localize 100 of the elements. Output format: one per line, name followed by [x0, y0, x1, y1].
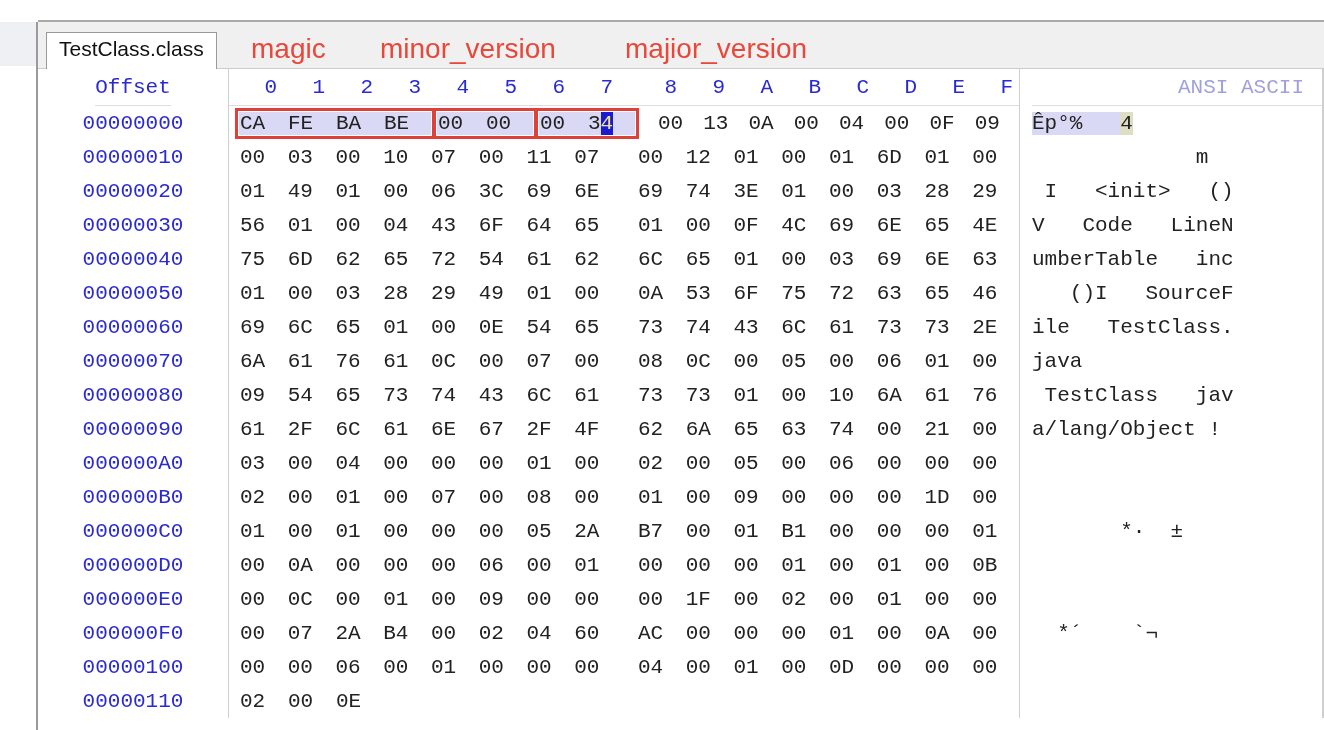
hex-byte: 00 — [382, 485, 410, 509]
hex-byte: 01 — [334, 179, 362, 203]
row-offset: 000000E0 — [82, 587, 184, 611]
annotation-label: majior_version — [625, 34, 808, 63]
hex-byte: 00 — [657, 111, 685, 135]
hex-byte: 00 — [637, 587, 665, 611]
hex-byte: 00 — [684, 451, 712, 475]
ascii-text: Êp°% — [1032, 111, 1121, 135]
file-tab[interactable]: TestClass.class — [46, 32, 217, 69]
hex-byte: 00 — [923, 655, 951, 679]
hex-byte: 11 — [525, 145, 553, 169]
hex-byte: 0C — [286, 587, 314, 611]
hex-byte: 2A — [573, 519, 601, 543]
hex-byte: 49 — [286, 179, 314, 203]
hex-byte: 00 — [477, 485, 505, 509]
ascii-text: V Code LineN — [1032, 213, 1234, 237]
row-offset: 00000010 — [82, 145, 184, 169]
hex-byte: 04 — [838, 111, 866, 135]
hex-byte: AC — [637, 621, 665, 645]
hex-byte: 00 — [971, 621, 999, 645]
hex-byte: 00 — [573, 655, 601, 679]
hex-byte: 01 — [430, 655, 458, 679]
hex-byte: 6A — [684, 417, 712, 441]
hex-byte: 00 — [875, 417, 903, 441]
hex-byte: 65 — [732, 417, 760, 441]
hex-byte: 00 — [637, 145, 665, 169]
hex-byte: 00 — [382, 553, 410, 577]
hex-byte: 65 — [684, 247, 712, 271]
hex-byte: 01 — [828, 621, 856, 645]
hex-byte: 00 — [334, 553, 362, 577]
hex-byte: 00 — [780, 247, 808, 271]
column-header: A — [759, 75, 774, 99]
hex-byte: 00 — [573, 349, 601, 373]
offset-header: Offset — [95, 75, 171, 99]
hex-byte: 63 — [971, 247, 999, 271]
hex-byte: 03 — [286, 145, 314, 169]
hex-byte: 28 — [382, 281, 410, 305]
hex-byte: 0E — [335, 689, 363, 713]
hex-byte: 01 — [334, 485, 362, 509]
ascii-text: ile TestClass. — [1032, 315, 1234, 339]
column-header: 4 — [455, 75, 470, 99]
hex-byte: 01 — [382, 587, 410, 611]
hex-byte: 01 — [780, 553, 808, 577]
hex-byte: 13 — [702, 111, 730, 135]
hex-byte: 69 — [828, 213, 856, 237]
hex-byte: BE — [383, 111, 431, 135]
hex-byte: 6F — [477, 213, 505, 237]
hex-byte: 04 — [382, 213, 410, 237]
column-header: F — [999, 75, 1014, 99]
hex-byte: 00 — [780, 621, 808, 645]
hex-byte: 2A — [334, 621, 362, 645]
hex-byte: 00 — [286, 451, 314, 475]
hex-byte: 00 — [239, 587, 267, 611]
hex-byte: 07 — [286, 621, 314, 645]
hex-byte: 00 — [875, 485, 903, 509]
hex-byte: 07 — [430, 485, 458, 509]
hex-byte: 62 — [637, 417, 665, 441]
hex-byte: 00 — [477, 349, 505, 373]
hex-byte: 06 — [334, 655, 362, 679]
hex-byte: 00 — [684, 213, 712, 237]
hex-byte: 69 — [525, 179, 553, 203]
hex-byte: 02 — [239, 485, 267, 509]
hex-byte: 0E — [477, 315, 505, 339]
hex-byte: 06 — [430, 179, 458, 203]
hex-byte: 1F — [684, 587, 712, 611]
hex-byte: 73 — [637, 383, 665, 407]
hex-byte: 6E — [923, 247, 951, 271]
hex-byte: 62 — [573, 247, 601, 271]
hex-byte: 76 — [971, 383, 999, 407]
column-header: 8 — [663, 75, 678, 99]
hex-byte: 00 — [485, 111, 533, 135]
ascii-text: m — [1194, 145, 1209, 169]
hex-byte: 00 — [525, 655, 553, 679]
hex-byte: 00 — [430, 315, 458, 339]
row-offset: 000000D0 — [82, 553, 184, 577]
hex-byte: 43 — [430, 213, 458, 237]
hex-byte: 74 — [684, 179, 712, 203]
hex-byte: 01 — [286, 213, 314, 237]
hex-byte: 6D — [286, 247, 314, 271]
hex-byte: 28 — [923, 179, 951, 203]
hex-byte: 00 — [430, 451, 458, 475]
column-header: 9 — [711, 75, 726, 99]
hex-byte: 00 — [287, 689, 315, 713]
hex-byte: 00 — [971, 417, 999, 441]
hex-byte: 6E — [573, 179, 601, 203]
hex-byte: 00 — [780, 451, 808, 475]
ascii-text: *´ `¬ — [1056, 621, 1159, 645]
hex-byte: 00 — [286, 519, 314, 543]
row-offset: 00000060 — [82, 315, 184, 339]
hex-byte: 2F — [525, 417, 553, 441]
hex-byte: 00 — [923, 519, 951, 543]
hex-byte: 00 — [334, 587, 362, 611]
hex-byte: 00 — [573, 587, 601, 611]
hex-byte: 65 — [923, 281, 951, 305]
hex-byte: 00 — [477, 451, 505, 475]
hex-byte: 69 — [239, 315, 267, 339]
hex-byte: 72 — [828, 281, 856, 305]
hex-byte: 01 — [732, 145, 760, 169]
hex-byte: 4E — [971, 213, 999, 237]
hex-byte: 01 — [923, 145, 951, 169]
